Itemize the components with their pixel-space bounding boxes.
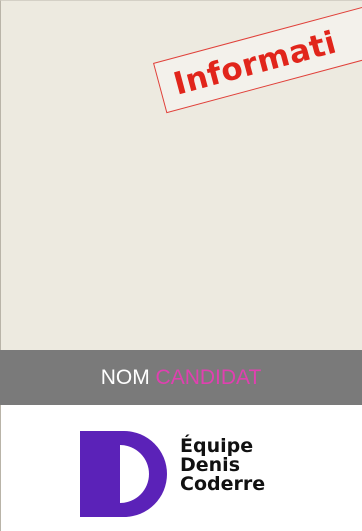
candidate-name-bar: NOM CANDIDAT <box>0 350 362 405</box>
logo-line-3: Coderre <box>180 473 266 495</box>
candidate-photo-placeholder: Informati <box>0 0 362 350</box>
name-label: NOM <box>100 366 150 389</box>
party-logo-icon <box>80 431 167 517</box>
logo-area: Équipe Denis Coderre <box>0 405 362 531</box>
information-stamp: Informati <box>153 1 362 114</box>
candidate-card: Informati NOM CANDIDAT Équipe Denis Code… <box>0 0 362 531</box>
party-logo-wordmark: Équipe Denis Coderre <box>180 437 265 494</box>
candidat-label: CANDIDAT <box>155 366 262 389</box>
